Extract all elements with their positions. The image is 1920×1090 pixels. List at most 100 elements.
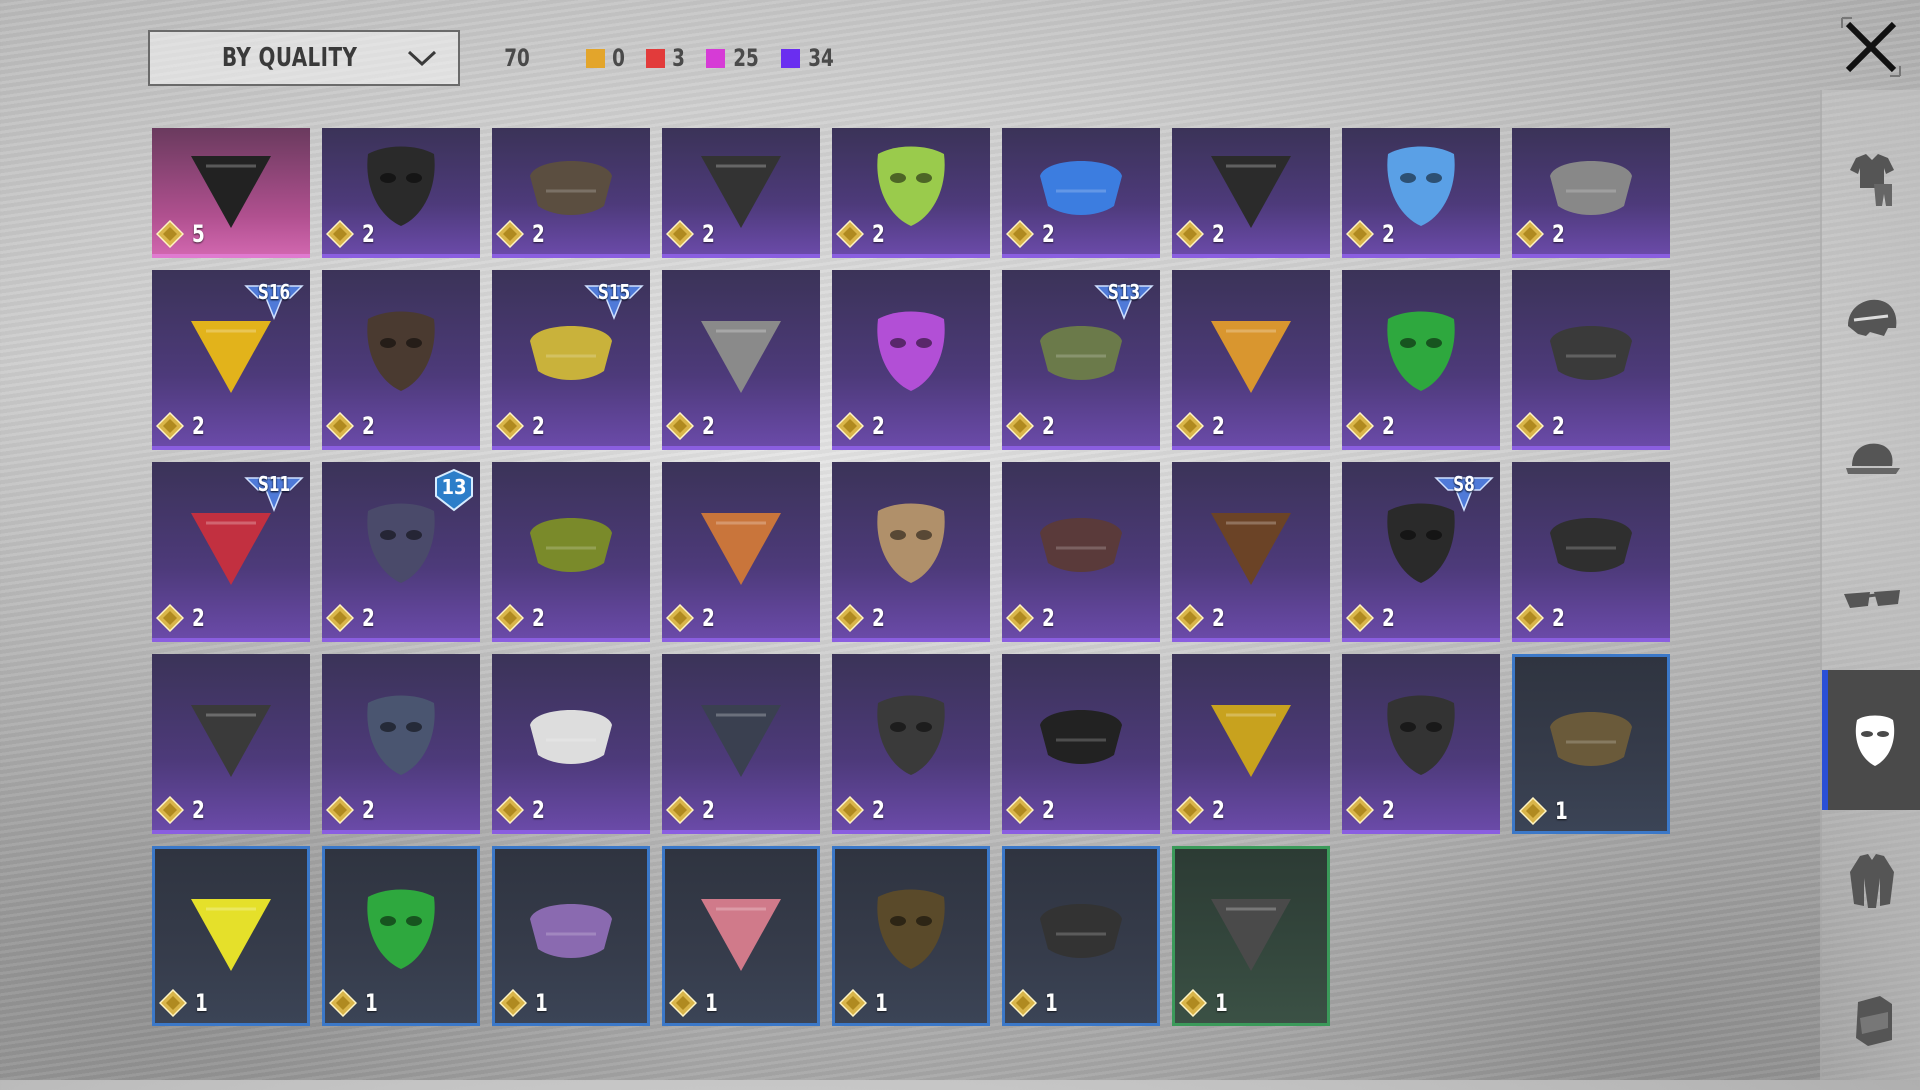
inventory-item-tile[interactable]: 1	[322, 846, 480, 1026]
dark-skull-mask-icon	[701, 704, 781, 777]
sort-dropdown[interactable]: BY QUALITY	[148, 30, 460, 86]
season-badge-label: S13	[1107, 280, 1141, 304]
close-button[interactable]	[1838, 14, 1904, 80]
inventory-item-tile[interactable]: 2	[492, 462, 650, 642]
inventory-item-tile[interactable]: 2	[662, 462, 820, 642]
green-checkered-scarf-icon	[530, 517, 612, 572]
season-badge: S11	[244, 468, 304, 513]
tier-diamond-icon	[496, 412, 524, 440]
inventory-item-tile[interactable]: 2	[1002, 654, 1160, 834]
item-quantity: 2	[1552, 220, 1565, 248]
tier-diamond-icon	[156, 796, 184, 824]
inventory-item-tile[interactable]: 2	[1002, 462, 1160, 642]
inventory-item-tile[interactable]: 1	[492, 846, 650, 1026]
tier-diamond-icon	[836, 604, 864, 632]
inventory-item-tile[interactable]: 2	[1172, 270, 1330, 450]
item-quantity: 1	[1215, 989, 1228, 1017]
inventory-item-tile[interactable]: S16 2	[152, 270, 310, 450]
inventory-item-tile[interactable]: 2	[322, 128, 480, 258]
gold-glitter-mask-icon	[1211, 704, 1291, 777]
silver-eye-mask-icon	[701, 320, 781, 393]
inventory-item-tile[interactable]: 2	[832, 654, 990, 834]
season-badge: S13	[1094, 276, 1154, 321]
inventory-item-tile[interactable]: 2	[322, 654, 480, 834]
full-gas-mask-icon	[367, 695, 435, 775]
outfit-icon	[1850, 154, 1894, 206]
quality-counts: 70 0 3 25 34	[502, 30, 842, 86]
tab-cap[interactable]	[1822, 390, 1920, 530]
season-badge-label: S15	[597, 280, 631, 304]
inventory-item-tile[interactable]: 2	[662, 654, 820, 834]
tab-outfit[interactable]	[1822, 110, 1920, 250]
pink-count: 25	[706, 44, 761, 72]
inventory-item-tile[interactable]: 2	[1172, 462, 1330, 642]
item-quantity: 2	[1042, 796, 1055, 824]
item-quantity: 5	[192, 220, 205, 248]
tier-diamond-icon	[156, 412, 184, 440]
inventory-item-tile[interactable]: 2	[1342, 270, 1500, 450]
tier-diamond-icon	[836, 796, 864, 824]
tier-diamond-icon	[1009, 989, 1037, 1017]
inventory-item-tile[interactable]: 2	[492, 128, 650, 258]
inventory-item-tile[interactable]: 2	[662, 270, 820, 450]
item-quantity: 2	[1382, 412, 1395, 440]
inventory-item-tile[interactable]: 2	[1342, 128, 1500, 258]
item-quantity: 2	[1042, 412, 1055, 440]
inventory-item-tile[interactable]: 1	[662, 846, 820, 1026]
red-camo-mask-icon	[1040, 517, 1122, 572]
item-quantity: 2	[362, 220, 375, 248]
inventory-item-tile[interactable]: S15 2	[492, 270, 650, 450]
mask-icon	[1855, 715, 1895, 766]
level-badge-label: 13	[441, 475, 467, 499]
item-quantity: 2	[1212, 604, 1225, 632]
tier-diamond-icon	[836, 412, 864, 440]
inventory-item-tile[interactable]: 2	[662, 128, 820, 258]
tactical-face-guard-icon	[877, 695, 945, 775]
tier-diamond-icon	[1176, 220, 1204, 248]
inventory-item-tile[interactable]: 2	[492, 654, 650, 834]
tab-mask[interactable]	[1822, 670, 1920, 810]
inventory-item-tile[interactable]: 2	[1172, 654, 1330, 834]
tab-jacket[interactable]	[1822, 810, 1920, 950]
inventory-item-tile[interactable]: 2	[1512, 270, 1670, 450]
inventory-item-tile[interactable]: 2	[1512, 128, 1670, 258]
chevron-down-icon	[407, 50, 437, 67]
item-quantity: 2	[192, 796, 205, 824]
inventory-item-tile[interactable]: 1	[1172, 846, 1330, 1026]
inventory-item-tile[interactable]: 1	[1512, 654, 1670, 834]
inventory-item-tile[interactable]: S11 2	[152, 462, 310, 642]
item-quantity: 2	[532, 220, 545, 248]
inventory-item-tile[interactable]: 1	[152, 846, 310, 1026]
inventory-item-tile[interactable]: 13 2	[322, 462, 480, 642]
inventory-item-tile[interactable]: 1	[1002, 846, 1160, 1026]
season-badge-label: S8	[1453, 472, 1475, 496]
pink-theater-mask-icon	[701, 899, 781, 972]
inventory-item-tile[interactable]: 5	[152, 128, 310, 258]
inventory-item-tile[interactable]: 1	[832, 846, 990, 1026]
inventory-item-tile[interactable]: 2	[1512, 462, 1670, 642]
inventory-item-tile[interactable]: 2	[1342, 654, 1500, 834]
inventory-item-tile[interactable]: 2	[1172, 128, 1330, 258]
inventory-item-tile[interactable]: 2	[832, 462, 990, 642]
inventory-item-tile[interactable]: 2	[832, 270, 990, 450]
pink-quality-swatch	[706, 48, 726, 68]
inventory-item-tile[interactable]: S13 2	[1002, 270, 1160, 450]
tab-glasses[interactable]	[1822, 530, 1920, 670]
inventory-item-tile[interactable]: 2	[152, 654, 310, 834]
orange-gaiter-icon	[1211, 320, 1291, 393]
tier-diamond-icon	[666, 220, 694, 248]
item-quantity: 2	[1042, 604, 1055, 632]
item-quantity: 1	[1555, 797, 1568, 825]
inventory-item-tile[interactable]: 2	[1002, 128, 1160, 258]
inventory-item-tile[interactable]: 2	[832, 128, 990, 258]
tab-helmet[interactable]	[1822, 250, 1920, 390]
tab-backpack[interactable]	[1822, 950, 1920, 1090]
item-quantity: 1	[365, 989, 378, 1017]
item-quantity: 2	[1382, 796, 1395, 824]
tier-diamond-icon	[496, 796, 524, 824]
backpack-icon	[1856, 996, 1892, 1046]
black-scarf-icon	[1040, 709, 1122, 764]
inventory-item-tile[interactable]: S8 2	[1342, 462, 1500, 642]
tier-diamond-icon	[1516, 220, 1544, 248]
inventory-item-tile[interactable]: 2	[322, 270, 480, 450]
